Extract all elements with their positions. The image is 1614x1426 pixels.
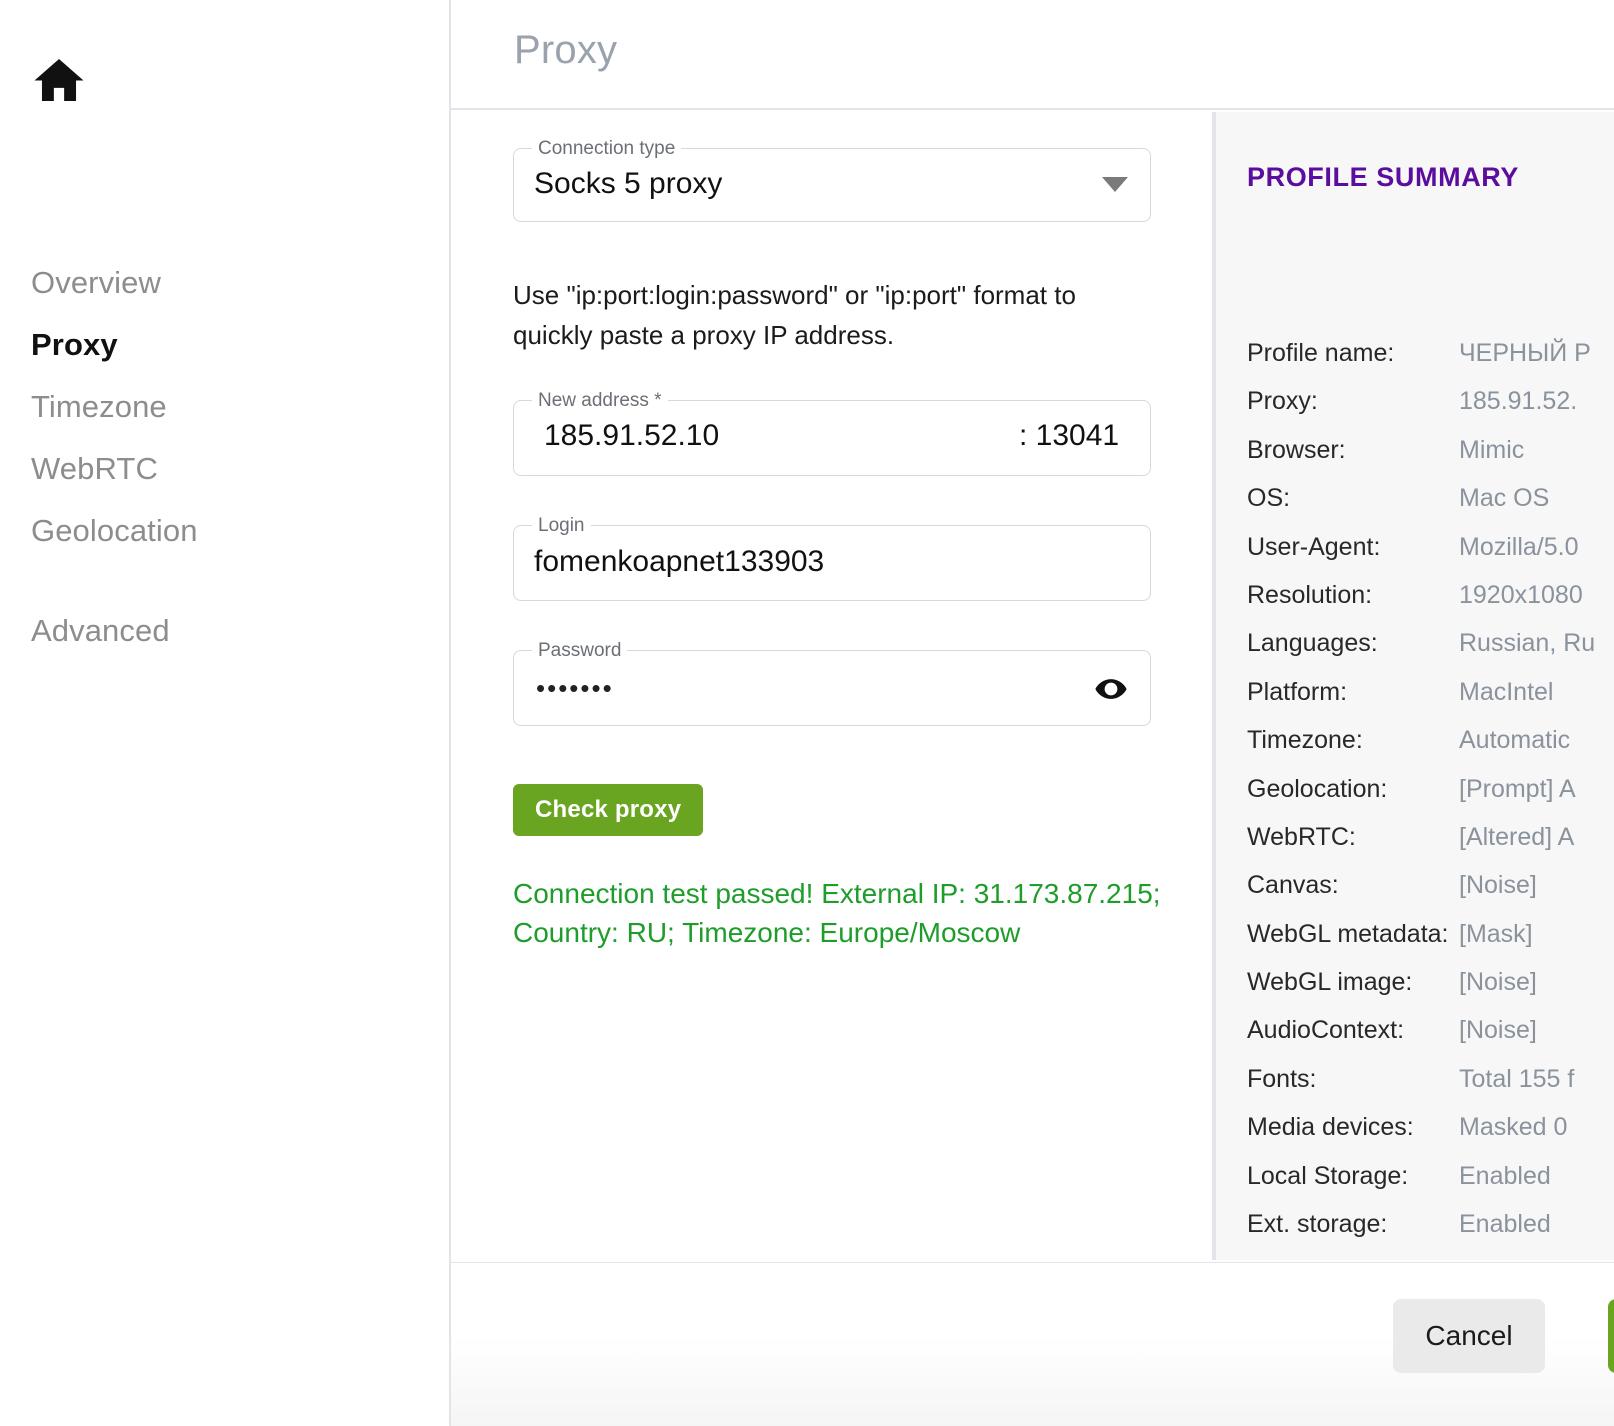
page-title: Proxy xyxy=(514,28,617,73)
summary-value: [Mask] xyxy=(1459,920,1533,949)
sidebar-item-geolocation[interactable]: Geolocation xyxy=(0,500,451,562)
summary-value: 185.91.52. xyxy=(1459,387,1577,416)
sidebar-item-proxy[interactable]: Proxy xyxy=(0,314,451,376)
summary-row-os: OS: Mac OS xyxy=(1216,484,1614,532)
summary-row-media-devices: Media devices: Masked 0 xyxy=(1216,1113,1614,1161)
summary-key: WebGL metadata: xyxy=(1247,920,1449,949)
sidebar: Overview Proxy Timezone WebRTC Geolocati… xyxy=(0,0,451,1426)
summary-value: Russian, Ru xyxy=(1459,629,1595,658)
summary-key: Timezone: xyxy=(1247,726,1363,755)
summary-row-timezone: Timezone: Automatic xyxy=(1216,726,1614,774)
summary-key: Platform: xyxy=(1247,678,1347,707)
connection-test-result: Connection test passed! External IP: 31.… xyxy=(513,874,1161,952)
cancel-button[interactable]: Cancel xyxy=(1393,1299,1545,1373)
header: Proxy xyxy=(451,0,1614,110)
summary-value: [Altered] A xyxy=(1459,823,1574,852)
summary-row-webrtc: WebRTC: [Altered] A xyxy=(1216,823,1614,871)
summary-row-plugins: Plugins: Disabled xyxy=(1216,1258,1614,1260)
summary-value: ЧЕРНЫЙ Р xyxy=(1459,339,1591,368)
summary-value: [Noise] xyxy=(1459,968,1537,997)
profile-summary-rows: Profile name: ЧЕРНЫЙ Р Proxy: 185.91.52.… xyxy=(1216,339,1614,1260)
summary-key: WebRTC: xyxy=(1247,823,1356,852)
summary-value: Mozilla/5.0 xyxy=(1459,533,1579,562)
summary-key: User-Agent: xyxy=(1247,533,1380,562)
summary-row-resolution: Resolution: 1920x1080 xyxy=(1216,581,1614,629)
summary-row-profile-name: Profile name: ЧЕРНЫЙ Р xyxy=(1216,339,1614,387)
summary-key: Geolocation: xyxy=(1247,775,1387,804)
chevron-down-icon[interactable] xyxy=(1102,177,1128,192)
summary-value: Total 155 f xyxy=(1459,1065,1574,1094)
summary-row-user-agent: User-Agent: Mozilla/5.0 xyxy=(1216,533,1614,581)
sidebar-item-timezone[interactable]: Timezone xyxy=(0,376,451,438)
login-label: Login xyxy=(532,515,591,537)
connection-type-label: Connection type xyxy=(532,138,681,160)
new-address-input[interactable]: New address * 185.91.52.10 : 13041 xyxy=(513,400,1151,476)
summary-key: Ext. storage: xyxy=(1247,1210,1387,1239)
dialog-footer: Cancel Save xyxy=(451,1262,1614,1426)
summary-key: Plugins: xyxy=(1247,1258,1336,1260)
summary-row-canvas: Canvas: [Noise] xyxy=(1216,871,1614,919)
summary-value: Disabled xyxy=(1459,1258,1556,1260)
profile-summary-panel: PROFILE SUMMARY Profile name: ЧЕРНЫЙ Р P… xyxy=(1214,112,1614,1260)
summary-key: Media devices: xyxy=(1247,1113,1414,1142)
summary-row-proxy: Proxy: 185.91.52. xyxy=(1216,387,1614,435)
sidebar-item-advanced[interactable]: Advanced xyxy=(0,600,451,662)
summary-key: Languages: xyxy=(1247,629,1378,658)
summary-key: AudioContext: xyxy=(1247,1016,1404,1045)
summary-row-languages: Languages: Russian, Ru xyxy=(1216,629,1614,677)
summary-key: Proxy: xyxy=(1247,387,1318,416)
summary-row-browser: Browser: Mimic xyxy=(1216,436,1614,484)
sidebar-item-overview[interactable]: Overview xyxy=(0,252,451,314)
new-address-label: New address * xyxy=(532,390,668,412)
password-label: Password xyxy=(532,640,627,662)
summary-row-audiocontext: AudioContext: [Noise] xyxy=(1216,1016,1614,1064)
summary-row-platform: Platform: MacIntel xyxy=(1216,678,1614,726)
summary-key: Profile name: xyxy=(1247,339,1394,368)
paste-format-hint: Use "ip:port:login:password" or "ip:port… xyxy=(513,275,1153,355)
profile-settings-window: Overview Proxy Timezone WebRTC Geolocati… xyxy=(0,0,1614,1426)
summary-key: Resolution: xyxy=(1247,581,1372,610)
summary-key: Canvas: xyxy=(1247,871,1339,900)
summary-key: Local Storage: xyxy=(1247,1162,1408,1191)
summary-value: MacIntel xyxy=(1459,678,1553,707)
summary-row-webgl-metadata: WebGL metadata: [Mask] xyxy=(1216,920,1614,968)
summary-key: OS: xyxy=(1247,484,1290,513)
summary-key: Browser: xyxy=(1247,436,1346,465)
login-value[interactable]: fomenkoapnet133903 xyxy=(534,545,824,579)
proxy-ip-value[interactable]: 185.91.52.10 xyxy=(544,419,719,453)
summary-value: Masked 0 xyxy=(1459,1113,1567,1142)
summary-value: Enabled xyxy=(1459,1162,1551,1191)
proxy-port-value[interactable]: : 13041 xyxy=(1019,419,1119,453)
summary-value: [Prompt] A xyxy=(1459,775,1576,804)
summary-row-geolocation: Geolocation: [Prompt] A xyxy=(1216,775,1614,823)
home-icon[interactable] xyxy=(31,52,87,108)
summary-value: Mac OS xyxy=(1459,484,1549,513)
connection-type-value: Socks 5 proxy xyxy=(534,167,722,201)
summary-key: WebGL image: xyxy=(1247,968,1412,997)
summary-value: [Noise] xyxy=(1459,871,1537,900)
connection-type-select[interactable]: Connection type Socks 5 proxy xyxy=(513,148,1151,222)
summary-value: [Noise] xyxy=(1459,1016,1537,1045)
check-proxy-button[interactable]: Check proxy xyxy=(513,784,703,836)
summary-value: Enabled xyxy=(1459,1210,1551,1239)
password-input[interactable]: Password ••••••• xyxy=(513,650,1151,726)
summary-value: 1920x1080 xyxy=(1459,581,1583,610)
sidebar-nav: Overview Proxy Timezone WebRTC Geolocati… xyxy=(0,252,451,662)
sidebar-item-webrtc[interactable]: WebRTC xyxy=(0,438,451,500)
summary-row-webgl-image: WebGL image: [Noise] xyxy=(1216,968,1614,1016)
profile-summary-title: PROFILE SUMMARY xyxy=(1247,162,1519,193)
save-button[interactable]: Save xyxy=(1608,1299,1614,1373)
summary-row-local-storage: Local Storage: Enabled xyxy=(1216,1162,1614,1210)
eye-icon[interactable] xyxy=(1094,672,1128,706)
summary-row-ext-storage: Ext. storage: Enabled xyxy=(1216,1210,1614,1258)
proxy-form-panel: Connection type Socks 5 proxy Use "ip:po… xyxy=(451,112,1214,1260)
summary-key: Fonts: xyxy=(1247,1065,1316,1094)
login-input[interactable]: Login fomenkoapnet133903 xyxy=(513,525,1151,601)
summary-value: Mimic xyxy=(1459,436,1524,465)
summary-value: Automatic xyxy=(1459,726,1570,755)
password-value[interactable]: ••••••• xyxy=(536,673,614,704)
summary-row-fonts: Fonts: Total 155 f xyxy=(1216,1065,1614,1113)
